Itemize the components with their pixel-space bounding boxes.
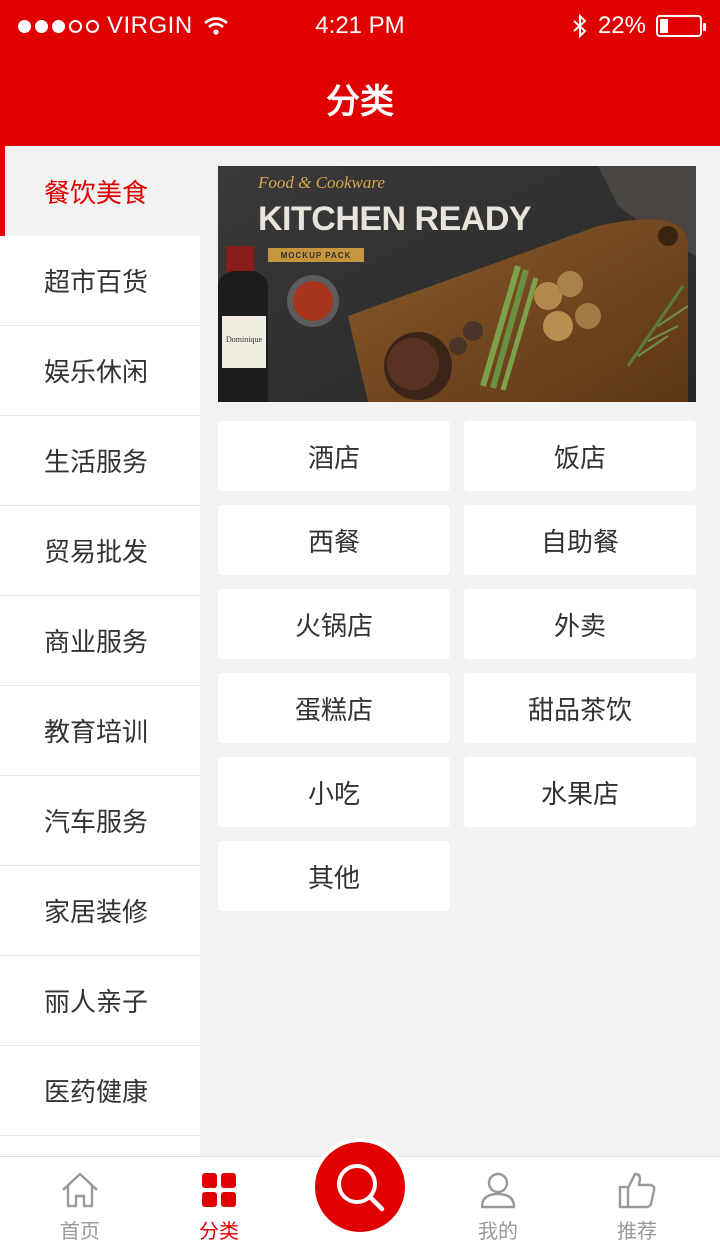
subcategory-fruit-shop[interactable]: 水果店 [464, 757, 696, 827]
user-icon [480, 1172, 516, 1209]
subcategory-dessert-drinks[interactable]: 甜品茶饮 [464, 673, 696, 743]
subcategory-grid: 酒店 饭店 西餐 自助餐 火锅店 外卖 蛋糕店 甜品茶饮 小吃 水果店 其他 [218, 421, 696, 911]
promo-banner[interactable]: Dominique Food & Cookware KITCHEN READY … [218, 166, 696, 402]
top-bar: VIRGIN 4:21 PM 22% 分类 [0, 0, 720, 146]
sidebar-item-health[interactable]: 医药健康 [0, 1046, 200, 1136]
subcategory-other[interactable]: 其他 [218, 841, 450, 911]
battery-icon [656, 15, 706, 37]
subcategory-snacks[interactable]: 小吃 [218, 757, 450, 827]
sidebar-item-supermarket[interactable]: 超市百货 [0, 236, 200, 326]
sidebar-item-business-services[interactable]: 商业服务 [0, 596, 200, 686]
sidebar-item-food[interactable]: 餐饮美食 [0, 146, 200, 236]
sidebar-item-home-decor[interactable]: 家居装修 [0, 866, 200, 956]
tab-category[interactable]: 分类 [159, 1157, 279, 1246]
bottle-label: Dominique [226, 335, 262, 344]
status-right: 22% [572, 12, 706, 40]
sidebar-item-label: 贸易批发 [44, 538, 149, 568]
banner-ribbon: MOCKUP PACK [281, 251, 352, 260]
banner-script-line: Food & Cookware [257, 173, 385, 192]
sidebar-item-life-services[interactable]: 生活服务 [0, 416, 200, 506]
tab-recommend[interactable]: 推荐 [577, 1157, 697, 1246]
sidebar-item-label: 汽车服务 [44, 808, 149, 838]
subcategory-bakery[interactable]: 蛋糕店 [218, 673, 450, 743]
tab-mine-label: 我的 [478, 1219, 518, 1243]
sidebar-item-education[interactable]: 教育培训 [0, 686, 200, 776]
thumbs-up-icon [618, 1172, 656, 1209]
subcategory-western-food[interactable]: 西餐 [218, 505, 450, 575]
sidebar-item-label: 餐饮美食 [44, 178, 149, 209]
grid-icon [202, 1173, 236, 1207]
sidebar-item-wholesale[interactable]: 贸易批发 [0, 506, 200, 596]
search-button[interactable] [315, 1142, 405, 1232]
sidebar-item-label: 教育培训 [44, 718, 149, 748]
tab-recommend-label: 推荐 [617, 1219, 657, 1243]
sidebar-item-entertainment[interactable]: 娱乐休闲 [0, 326, 200, 416]
category-sidebar: 餐饮美食 超市百货 娱乐休闲 生活服务 贸易批发 商业服务 教育培训 汽车服务 … [0, 146, 200, 1156]
sidebar-item-label: 商业服务 [44, 628, 149, 658]
sidebar-item-label: 生活服务 [44, 448, 149, 478]
banner-image: Dominique Food & Cookware KITCHEN READY … [218, 166, 696, 402]
subcategory-hotel[interactable]: 酒店 [218, 421, 450, 491]
tab-home[interactable]: 首页 [20, 1157, 140, 1246]
tab-home-label: 首页 [60, 1219, 100, 1243]
sidebar-item-beauty-family[interactable]: 丽人亲子 [0, 956, 200, 1046]
sidebar-item-auto[interactable]: 汽车服务 [0, 776, 200, 866]
search-icon [337, 1164, 385, 1212]
sidebar-item-label: 超市百货 [44, 268, 149, 298]
bluetooth-icon [573, 14, 587, 38]
subcategory-buffet[interactable]: 自助餐 [464, 505, 696, 575]
home-icon [62, 1172, 98, 1208]
battery-percent: 22% [597, 12, 646, 39]
page-title: 分类 [326, 82, 394, 122]
sidebar-item-label: 娱乐休闲 [44, 358, 149, 388]
banner-headline: KITCHEN READY [258, 200, 532, 238]
status-bar: VIRGIN 4:21 PM 22% [0, 0, 720, 52]
sidebar-item-label: 医药健康 [44, 1078, 149, 1108]
sidebar-item-label: 家居装修 [44, 898, 149, 928]
subcategory-restaurant[interactable]: 饭店 [464, 421, 696, 491]
sidebar-item-label: 丽人亲子 [44, 988, 149, 1018]
subcategory-hotpot[interactable]: 火锅店 [218, 589, 450, 659]
tab-mine[interactable]: 我的 [438, 1157, 558, 1246]
tab-category-label: 分类 [199, 1219, 239, 1243]
subcategory-takeout[interactable]: 外卖 [464, 589, 696, 659]
